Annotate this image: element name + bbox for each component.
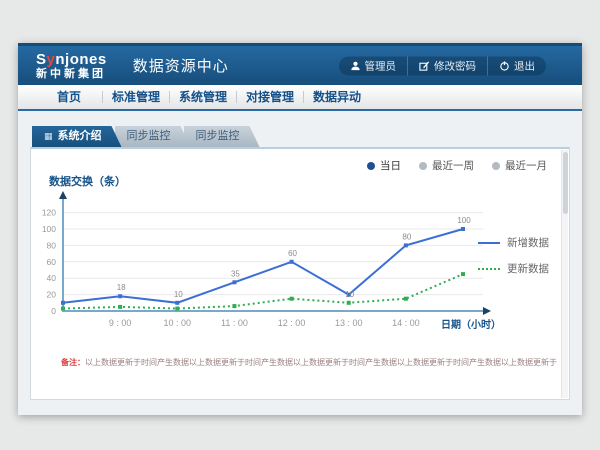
tab-sync-monitor-1[interactable]: 同步监控 <box>115 126 191 147</box>
svg-text:10: 10 <box>174 290 183 299</box>
change-password-label: 修改密码 <box>434 58 476 73</box>
y-axis-title: 数据交换（条） <box>49 173 569 189</box>
logout-label: 退出 <box>514 58 535 73</box>
admin-user-button[interactable]: 管理员 <box>339 56 408 75</box>
radio-last-week-label: 最近一周 <box>432 158 474 173</box>
legend-new-data-label: 新增数据 <box>507 235 549 250</box>
footnote-text: 以上数据更新于时间产生数据以上数据更新于时间产生数据以上数据更新于时间产生数据以… <box>85 358 557 367</box>
svg-text:12 : 00: 12 : 00 <box>278 318 306 328</box>
footnote: 备注：以上数据更新于时间产生数据以上数据更新于时间产生数据以上数据更新于时间产生… <box>61 357 569 368</box>
svg-text:13 : 00: 13 : 00 <box>335 318 363 328</box>
panel-scrollbar <box>561 150 568 398</box>
tab-sync-monitor-2[interactable]: 同步监控 <box>184 126 260 147</box>
user-toolbar: 管理员 修改密码 退出 <box>339 56 547 75</box>
svg-text:日期（小时）: 日期（小时） <box>441 318 501 331</box>
period-filter-group: 当日 最近一周 最近一月 <box>367 158 547 173</box>
scrollbar-thumb[interactable] <box>563 152 568 214</box>
radio-dot-icon <box>419 162 427 170</box>
svg-text:10 : 00: 10 : 00 <box>164 318 192 328</box>
svg-text:80: 80 <box>47 240 57 250</box>
main-navigation: 首页 标准管理 系统管理 对接管理 数据异动 <box>18 85 582 111</box>
desktop-background: Synjones 新中新集团 数据资源中心 管理员 修改密码 <box>0 0 600 450</box>
tab-label: 系统介绍 <box>58 126 102 147</box>
svg-text:20: 20 <box>47 290 57 300</box>
content-area: ▦ 系统介绍 同步监控 同步监控 当日 最近一周 <box>18 111 582 400</box>
svg-text:18: 18 <box>117 283 126 292</box>
svg-text:40: 40 <box>47 273 57 283</box>
svg-text:9 : 00: 9 : 00 <box>109 318 132 328</box>
app-window: Synjones 新中新集团 数据资源中心 管理员 修改密码 <box>18 43 582 415</box>
power-icon <box>499 60 510 71</box>
radio-last-week[interactable]: 最近一周 <box>419 158 474 173</box>
svg-text:11 : 00: 11 : 00 <box>221 318 248 328</box>
logo-subtitle: 新中新集团 <box>36 69 107 80</box>
green-dotted-line-icon <box>478 268 500 270</box>
admin-label: 管理员 <box>365 58 397 73</box>
svg-text:100: 100 <box>42 224 56 234</box>
svg-text:10: 10 <box>345 290 354 299</box>
logout-button[interactable]: 退出 <box>487 56 546 75</box>
svg-text:35: 35 <box>231 269 240 278</box>
page-title: 数据资源中心 <box>133 55 229 76</box>
svg-text:60: 60 <box>288 249 297 258</box>
svg-text:120: 120 <box>42 208 56 218</box>
radio-today[interactable]: 当日 <box>367 158 401 173</box>
tab-bar: ▦ 系统介绍 同步监控 同步监控 <box>32 126 570 147</box>
footnote-prefix: 备注： <box>61 358 85 367</box>
svg-text:0: 0 <box>51 306 56 316</box>
svg-text:14 : 00: 14 : 00 <box>392 318 420 328</box>
series-legend: 新增数据 更新数据 <box>478 235 549 276</box>
svg-text:100: 100 <box>457 216 471 225</box>
user-icon <box>350 60 361 71</box>
line-chart-svg: 0 20 40 60 80 100 120 9 : 00 10 : 00 11 : 00 12 : … <box>31 191 511 341</box>
nav-item-home[interactable]: 首页 <box>36 85 102 109</box>
edit-icon <box>419 60 430 71</box>
legend-update-data-label: 更新数据 <box>507 261 549 276</box>
tab-system-intro[interactable]: ▦ 系统介绍 <box>32 126 122 147</box>
nav-item-data-changes[interactable]: 数据异动 <box>304 85 370 109</box>
nav-item-standard-management[interactable]: 标准管理 <box>103 85 169 109</box>
change-password-button[interactable]: 修改密码 <box>407 56 487 75</box>
svg-text:80: 80 <box>402 232 411 241</box>
radio-dot-icon <box>492 162 500 170</box>
radio-dot-icon <box>367 162 375 170</box>
radio-last-month[interactable]: 最近一月 <box>492 158 547 173</box>
nav-item-interface-management[interactable]: 对接管理 <box>237 85 303 109</box>
legend-new-data[interactable]: 新增数据 <box>478 235 549 250</box>
radio-today-label: 当日 <box>380 158 401 173</box>
nav-item-system-management[interactable]: 系统管理 <box>170 85 236 109</box>
document-grid-icon: ▦ <box>44 132 53 141</box>
svg-text:60: 60 <box>47 257 57 267</box>
company-logo[interactable]: Synjones 新中新集团 <box>36 52 107 80</box>
radio-last-month-label: 最近一月 <box>505 158 547 173</box>
app-header: Synjones 新中新集团 数据资源中心 管理员 修改密码 <box>18 43 582 85</box>
logo-text: Synjones <box>36 52 107 67</box>
chart-panel: 当日 最近一周 最近一月 数据交换（条） 0 20 40 60 80 100 120 9 : … <box>30 147 570 400</box>
blue-line-icon <box>478 242 500 244</box>
legend-update-data[interactable]: 更新数据 <box>478 261 549 276</box>
